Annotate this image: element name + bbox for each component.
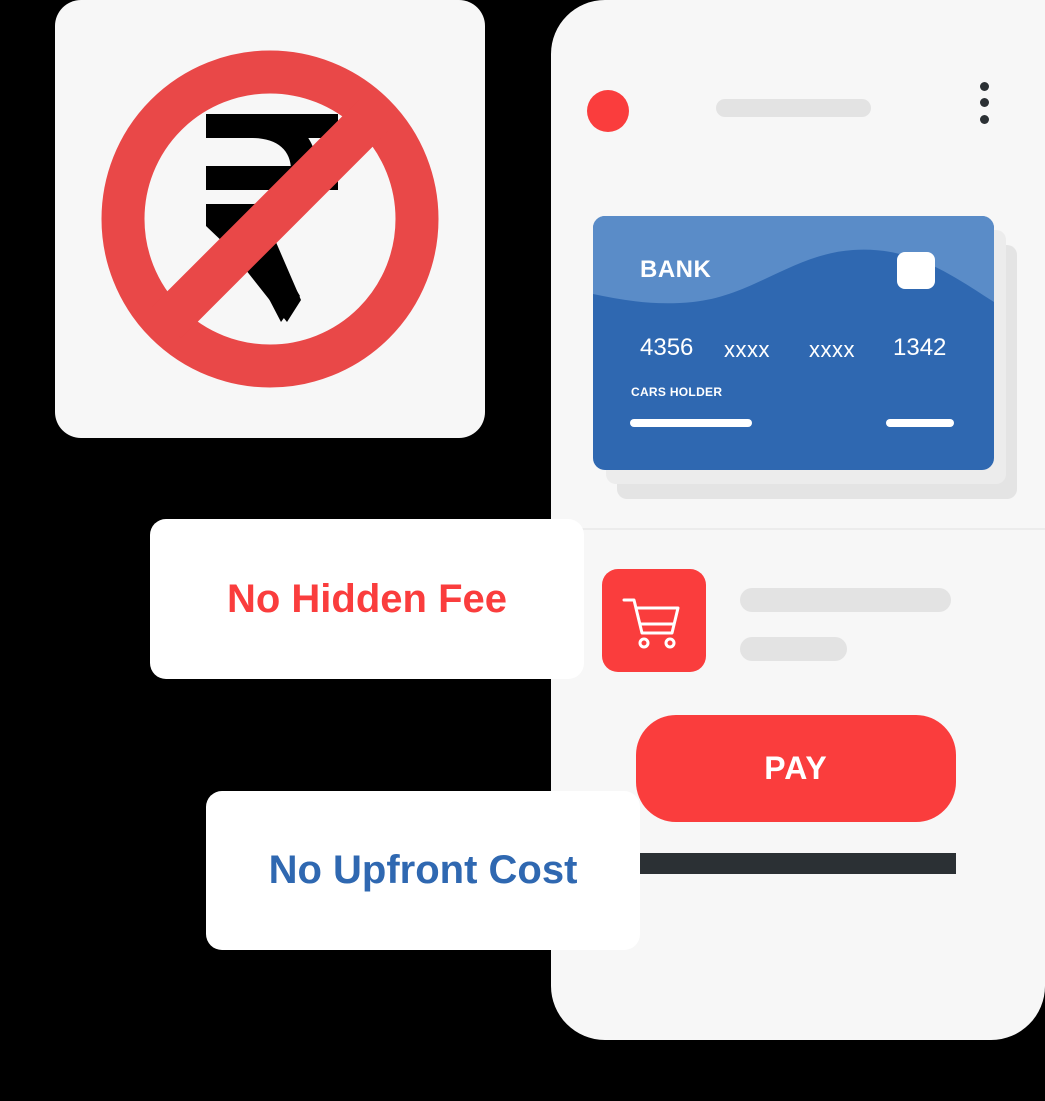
item-title-placeholder [740, 588, 951, 612]
card-number-group: xxxx [809, 337, 855, 362]
bottom-bar [636, 853, 956, 874]
item-price-placeholder [740, 637, 847, 661]
shopping-cart-icon [622, 598, 680, 649]
card-chip [897, 252, 935, 289]
card-expiry-placeholder [886, 419, 954, 427]
no-upfront-cost-text: No Upfront Cost [268, 848, 578, 892]
no-upfront-cost-badge: No Upfront Cost [206, 791, 640, 950]
bank-card[interactable]: BANK 4356 xxxx xxxx 1342 CARS HOLDER [593, 216, 994, 470]
card-number-group: xxxx [724, 337, 770, 362]
bank-name: BANK [640, 256, 712, 283]
no-rupee-icon [101, 50, 439, 388]
pay-button[interactable]: PAY [636, 715, 956, 822]
status-dot [587, 90, 629, 132]
section-divider [551, 528, 1045, 530]
cart-tile[interactable] [602, 569, 706, 672]
kebab-menu-icon[interactable] [976, 80, 993, 128]
no-rupee-panel [55, 0, 485, 438]
card-holder-label: CARS HOLDER [631, 385, 723, 399]
no-hidden-fee-text: No Hidden Fee [226, 576, 508, 621]
card-holder-name-placeholder [630, 419, 752, 427]
title-placeholder [716, 99, 871, 117]
no-hidden-fee-badge: No Hidden Fee [150, 519, 584, 679]
card-number-group: 4356 [640, 334, 694, 361]
card-number-group: 1342 [893, 334, 947, 361]
